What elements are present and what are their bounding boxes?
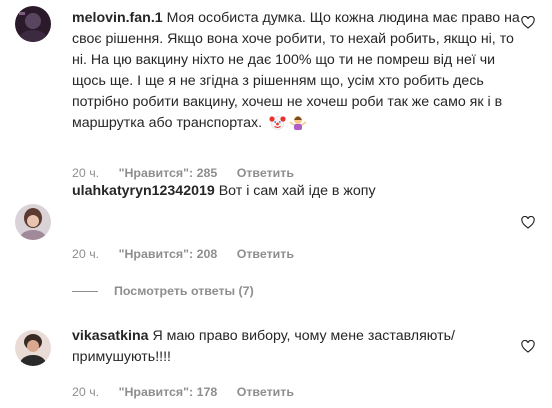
comment-username[interactable]: melovin.fan.1: [72, 10, 163, 26]
comment-time[interactable]: 20 ч.: [72, 247, 99, 261]
heart-outline-icon[interactable]: [521, 216, 535, 229]
replies-divider-line: [72, 291, 98, 293]
heart-outline-icon[interactable]: [521, 16, 535, 29]
view-replies-button[interactable]: Посмотреть ответы (7): [72, 284, 254, 298]
comment-item: melovin.fan.1 Моя особиста думка. Що кож…: [0, 0, 552, 190]
comment-meta: 20 ч. "Нравится": 178 Ответить: [72, 385, 294, 399]
comment-time[interactable]: 20 ч.: [72, 385, 99, 399]
comment-body: vikasatkina Я маю право вибору, чому мен…: [72, 326, 522, 368]
avatar[interactable]: [15, 330, 51, 366]
comment-body: ulahkatyryn12342019 Вот і сам хай іде в …: [72, 181, 522, 202]
comment-item: ulahkatyryn12342019 Вот і сам хай іде в …: [0, 183, 552, 266]
comment-likes-count[interactable]: "Нравится": 178: [119, 385, 218, 399]
avatar[interactable]: [15, 204, 51, 240]
comment-meta: 20 ч. "Нравится": 285 Ответить: [72, 166, 294, 180]
reply-button[interactable]: Ответить: [237, 166, 294, 180]
comment-likes-count[interactable]: "Нравится": 285: [119, 166, 218, 180]
comment-time[interactable]: 20 ч.: [72, 166, 99, 180]
woman-shrugging-emoji: [289, 114, 307, 138]
reply-button[interactable]: Ответить: [237, 247, 294, 261]
avatar[interactable]: [15, 6, 51, 42]
comment-username[interactable]: ulahkatyryn12342019: [72, 183, 215, 199]
comment-likes-count[interactable]: "Нравится": 208: [119, 247, 218, 261]
reply-button[interactable]: Ответить: [237, 385, 294, 399]
comment-username[interactable]: vikasatkina: [72, 328, 149, 344]
comment-meta: 20 ч. "Нравится": 208 Ответить: [72, 247, 294, 261]
comment-text: Моя особиста думка. Що кожна людина має …: [72, 10, 520, 131]
comment-text: Вот і сам хай іде в жопу: [218, 183, 376, 199]
view-replies-label: Посмотреть ответы (7): [114, 284, 254, 298]
clown-face-emoji: [269, 114, 286, 138]
comment-body: melovin.fan.1 Моя особиста думка. Що кож…: [72, 8, 522, 138]
comment-item: vikasatkina Я маю право вибору, чому мен…: [0, 318, 552, 408]
heart-outline-icon[interactable]: [521, 340, 535, 353]
